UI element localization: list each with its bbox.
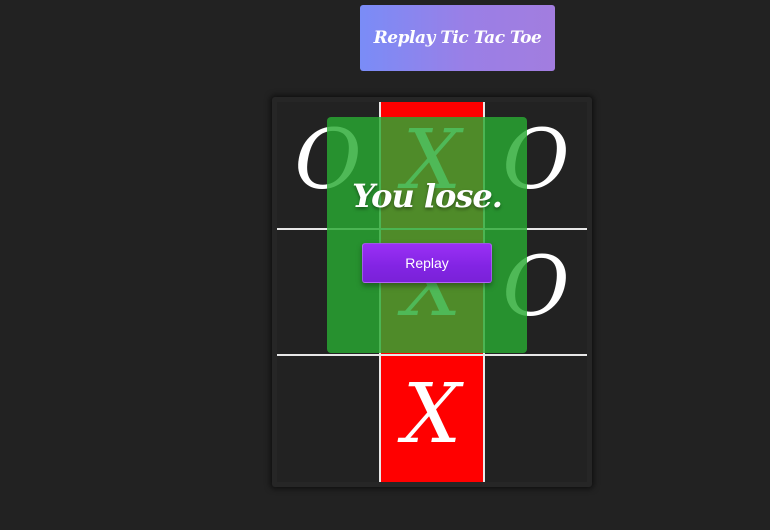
replay-tic-tac-toe-button[interactable]: Replay Tic Tac Toe — [360, 5, 555, 71]
cell-8[interactable] — [485, 356, 587, 482]
cell-7-mark: X — [402, 367, 462, 462]
result-message: You lose. — [352, 177, 503, 215]
cell-6[interactable] — [277, 356, 379, 482]
game-over-dialog: You lose. Replay — [327, 117, 527, 353]
grid-line-horizontal-2 — [277, 354, 587, 356]
replay-button[interactable]: Replay — [362, 243, 492, 283]
cell-7[interactable]: X — [381, 356, 483, 482]
game-page: Replay Tic Tac Toe O X O X O — [0, 0, 770, 530]
